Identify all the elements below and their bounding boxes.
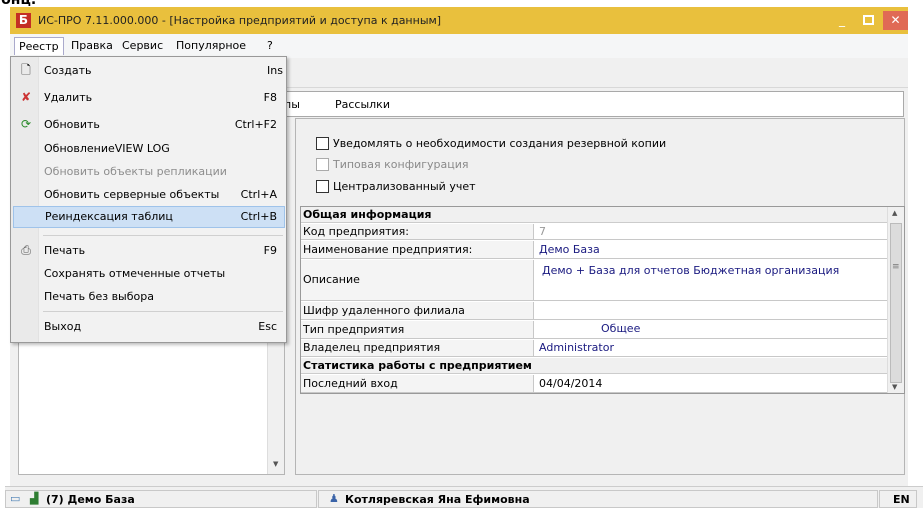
- row-label: Шифр удаленного филиала: [301, 302, 534, 319]
- tab-mailings[interactable]: Рассылки: [335, 98, 390, 111]
- app-logo-icon: Б: [16, 13, 31, 28]
- menu-pravka[interactable]: Правка: [71, 39, 113, 52]
- menu-item-shortcut: Ctrl+A: [240, 188, 277, 201]
- menu-item-exit[interactable]: Выход Esc: [12, 316, 285, 338]
- grid-row-code[interactable]: Код предприятия: 7: [301, 224, 887, 240]
- menu-item-view-log[interactable]: ОбновлениеVIEW LOG: [12, 138, 285, 160]
- notify-backup-checkbox[interactable]: [316, 137, 329, 150]
- menu-item-print-no-select[interactable]: Печать без выбора: [12, 286, 285, 308]
- row-value[interactable]: Демо + База для отчетов Бюджетная органи…: [542, 264, 839, 277]
- row-value[interactable]: Демо База: [539, 243, 600, 256]
- grip-icon: ≡: [892, 262, 900, 272]
- tab-bar: пы Рассылки: [282, 91, 904, 117]
- menu-popular[interactable]: Популярное: [176, 39, 246, 52]
- status-user: Котляревская Яна Ефимовна: [345, 493, 530, 506]
- grid-row-type[interactable]: Тип предприятия Общее: [301, 321, 887, 339]
- scroll-thumb[interactable]: [890, 223, 902, 383]
- menu-item-label: Обновить серверные объекты: [44, 188, 220, 201]
- status-company-cell: ▭ ▟ (7) Демо База: [5, 490, 317, 508]
- refresh-icon: ⟳: [20, 117, 32, 131]
- status-company: (7) Демо База: [46, 493, 135, 506]
- menu-item-label: Создать: [44, 64, 92, 77]
- grid-row-owner[interactable]: Владелец предприятия Administrator: [301, 340, 887, 357]
- menu-separator: [43, 311, 283, 312]
- section-statistics: Статистика работы с предприятием: [301, 358, 887, 374]
- menu-item-print[interactable]: ⎙ Печать F9: [12, 240, 285, 262]
- typical-config-checkbox: [316, 158, 329, 171]
- delete-document-icon: ✘: [20, 90, 32, 104]
- grid-row-last-login[interactable]: Последний вход 04/04/2014: [301, 375, 887, 393]
- menu-item-label: Реиндексация таблиц: [45, 210, 173, 223]
- user-icon: ♟: [329, 492, 339, 505]
- menu-item-label: ОбновлениеVIEW LOG: [44, 142, 170, 155]
- menu-item-shortcut: Ins: [267, 64, 283, 77]
- maximize-button[interactable]: [863, 15, 874, 25]
- menu-item-label: Обновить объекты репликации: [44, 165, 227, 178]
- centralized-label: Централизованный учет: [333, 180, 476, 193]
- menu-item-refresh[interactable]: ⟳ Обновить Ctrl+F2: [12, 114, 285, 136]
- notify-backup-label: Уведомлять о необходимости создания резе…: [333, 137, 667, 150]
- menu-item-delete[interactable]: ✘ Удалить F8: [12, 87, 285, 109]
- menu-item-label: Печать: [44, 244, 86, 257]
- printer-icon: ⎙: [21, 243, 31, 257]
- menu-item-shortcut: F9: [263, 244, 277, 257]
- row-label: Тип предприятия: [301, 321, 534, 338]
- scroll-down-arrow-icon[interactable]: ▼: [273, 460, 278, 468]
- menu-item-shortcut: Ctrl+B: [240, 210, 277, 223]
- menu-item-label: Обновить: [44, 118, 100, 131]
- menu-item-create[interactable]: 🗋 Создать Ins: [12, 60, 285, 82]
- menu-item-shortcut: F8: [263, 91, 277, 104]
- status-user-cell: ♟ Котляревская Яна Ефимовна: [318, 490, 878, 508]
- menu-item-server-objects[interactable]: Обновить серверные объекты Ctrl+A: [12, 184, 285, 206]
- row-value[interactable]: Общее: [601, 322, 640, 335]
- status-lang-cell[interactable]: EN: [879, 490, 917, 508]
- grid-scrollbar[interactable]: ▲ ≡ ▼: [887, 207, 904, 393]
- close-button[interactable]: ✕: [883, 11, 908, 30]
- window-title: ИС-ПРО 7.11.000.000 - [Настройка предпри…: [38, 14, 442, 27]
- menubar: Реестр Правка Сервис Популярное ?: [10, 34, 908, 58]
- row-label: Код предприятия:: [301, 224, 534, 239]
- screen-icon: ▭: [10, 492, 21, 505]
- property-grid: Общая информация Код предприятия: 7 Наим…: [300, 206, 905, 394]
- menu-servis[interactable]: Сервис: [122, 39, 163, 52]
- menu-item-label: Печать без выбора: [44, 290, 154, 303]
- scroll-up-arrow-icon[interactable]: ▲: [892, 209, 897, 217]
- minimize-button[interactable]: _: [839, 14, 853, 26]
- reestr-dropdown-menu: 🗋 Создать Ins ✘ Удалить F8 ⟳ Обновить Ct…: [10, 56, 287, 343]
- centralized-checkbox[interactable]: [316, 180, 329, 193]
- row-value[interactable]: 7: [539, 225, 546, 238]
- scroll-down-arrow-icon[interactable]: ▼: [892, 383, 897, 391]
- grid-row-branch-code[interactable]: Шифр удаленного филиала: [301, 302, 887, 320]
- menu-item-label: Удалить: [44, 91, 93, 104]
- new-document-icon: 🗋: [21, 63, 31, 77]
- company-icon: ▟: [30, 492, 39, 505]
- menu-reestr[interactable]: Реестр: [14, 37, 64, 55]
- section-general-info: Общая информация: [301, 207, 887, 223]
- menu-item-reindex[interactable]: Реиндексация таблиц Ctrl+B: [13, 206, 285, 228]
- menu-item-label: Выход: [44, 320, 82, 333]
- menu-item-shortcut: Esc: [258, 320, 277, 333]
- menu-separator: [43, 235, 283, 236]
- menu-help[interactable]: ?: [267, 39, 273, 52]
- status-lang: EN: [893, 493, 910, 506]
- menu-item-shortcut: Ctrl+F2: [234, 118, 277, 131]
- menu-item-save-marked[interactable]: Сохранять отмеченные отчеты: [12, 263, 285, 285]
- grid-row-description[interactable]: Описание Демо + База для отчетов Бюджетн…: [301, 260, 887, 301]
- row-value[interactable]: Administrator: [539, 341, 614, 354]
- typical-config-label: Типовая конфигурация: [333, 158, 469, 171]
- menu-item-label: Сохранять отмеченные отчеты: [44, 267, 226, 280]
- row-label: Последний вход: [301, 375, 534, 392]
- row-label: Описание: [301, 260, 534, 300]
- row-value[interactable]: 04/04/2014: [539, 377, 602, 390]
- grid-row-name[interactable]: Наименование предприятия: Демо База: [301, 241, 887, 259]
- menu-item-replication: Обновить объекты репликации: [12, 161, 285, 183]
- toolbar: [282, 58, 908, 88]
- status-bar: ▭ ▟ (7) Демо База ♟ Котляревская Яна Ефи…: [5, 486, 923, 508]
- row-label: Наименование предприятия:: [301, 241, 534, 258]
- row-label: Владелец предприятия: [301, 340, 534, 356]
- window-titlebar: Б ИС-ПРО 7.11.000.000 - [Настройка предп…: [10, 7, 908, 34]
